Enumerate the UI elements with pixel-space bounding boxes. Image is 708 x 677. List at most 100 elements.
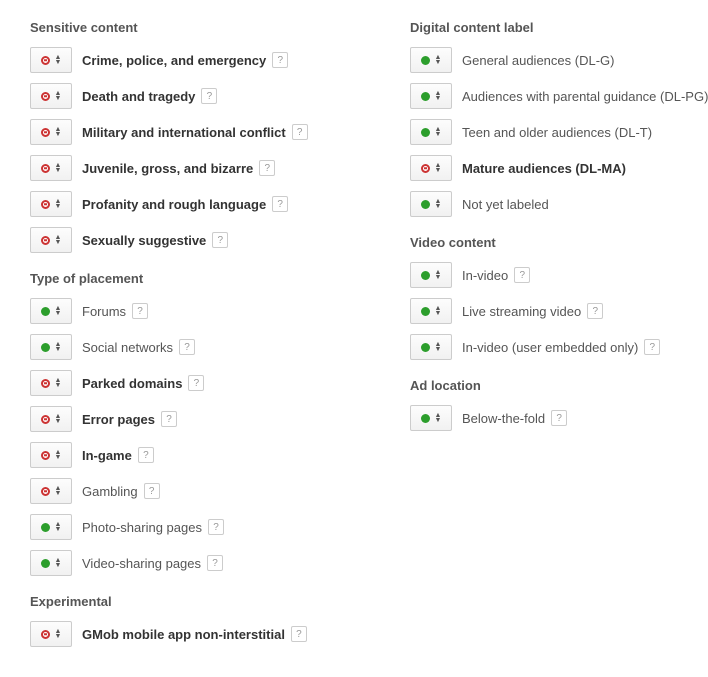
section-experimental: ExperimentalGMob mobile app non-intersti… (30, 594, 350, 647)
help-icon[interactable]: ? (259, 160, 275, 176)
list-item: Photo-sharing pages? (30, 514, 350, 540)
list-item: Social networks? (30, 334, 350, 360)
list-item: Profanity and rough language? (30, 191, 350, 217)
help-icon[interactable]: ? (514, 267, 530, 283)
item-label: GMob mobile app non-interstitial (82, 627, 285, 642)
chevron-updown-icon (55, 450, 62, 460)
excluded-icon (41, 379, 50, 388)
exclusion-toggle[interactable] (30, 406, 72, 432)
section-title: Video content (410, 235, 708, 250)
list-item: Not yet labeled (410, 191, 708, 217)
item-label: General audiences (DL-G) (462, 53, 614, 68)
help-icon[interactable]: ? (291, 626, 307, 642)
exclusion-toggle[interactable] (410, 47, 452, 73)
exclusion-toggle[interactable] (410, 262, 452, 288)
exclusion-toggle[interactable] (30, 550, 72, 576)
excluded-icon (41, 630, 50, 639)
list-item: Death and tragedy? (30, 83, 350, 109)
exclusion-toggle[interactable] (30, 155, 72, 181)
item-label: Live streaming video (462, 304, 581, 319)
item-label: Parked domains (82, 376, 182, 391)
exclusion-toggle[interactable] (30, 370, 72, 396)
help-icon[interactable]: ? (272, 196, 288, 212)
exclusion-toggle[interactable] (410, 155, 452, 181)
exclusion-toggle[interactable] (410, 298, 452, 324)
help-icon[interactable]: ? (138, 447, 154, 463)
exclusion-toggle[interactable] (410, 405, 452, 431)
help-icon[interactable]: ? (132, 303, 148, 319)
list-item: Audiences with parental guidance (DL-PG) (410, 83, 708, 109)
exclusion-toggle[interactable] (30, 83, 72, 109)
chevron-updown-icon (55, 558, 62, 568)
item-label: In-video (user embedded only) (462, 340, 638, 355)
item-label: Profanity and rough language (82, 197, 266, 212)
exclusion-toggle[interactable] (410, 334, 452, 360)
exclusion-toggle[interactable] (30, 334, 72, 360)
excluded-icon (421, 164, 430, 173)
chevron-updown-icon (55, 127, 62, 137)
included-icon (421, 92, 430, 101)
chevron-updown-icon (55, 629, 62, 639)
exclusion-toggle[interactable] (410, 83, 452, 109)
included-icon (421, 56, 430, 65)
item-label: Audiences with parental guidance (DL-PG) (462, 89, 708, 104)
included-icon (41, 559, 50, 568)
included-icon (421, 271, 430, 280)
excluded-icon (41, 92, 50, 101)
item-label: Juvenile, gross, and bizarre (82, 161, 253, 176)
item-label: Social networks (82, 340, 173, 355)
exclusion-toggle[interactable] (30, 298, 72, 324)
exclusion-toggle[interactable] (30, 47, 72, 73)
list-item: Video-sharing pages? (30, 550, 350, 576)
help-icon[interactable]: ? (207, 555, 223, 571)
chevron-updown-icon (435, 163, 442, 173)
exclusion-toggle[interactable] (410, 191, 452, 217)
help-icon[interactable]: ? (201, 88, 217, 104)
item-label: Video-sharing pages (82, 556, 201, 571)
help-icon[interactable]: ? (161, 411, 177, 427)
help-icon[interactable]: ? (179, 339, 195, 355)
help-icon[interactable]: ? (144, 483, 160, 499)
exclusion-toggle[interactable] (30, 227, 72, 253)
help-icon[interactable]: ? (208, 519, 224, 535)
excluded-icon (41, 236, 50, 245)
help-icon[interactable]: ? (272, 52, 288, 68)
list-item: Gambling? (30, 478, 350, 504)
list-item: Live streaming video? (410, 298, 708, 324)
item-label: Forums (82, 304, 126, 319)
help-icon[interactable]: ? (212, 232, 228, 248)
chevron-updown-icon (435, 91, 442, 101)
included-icon (421, 414, 430, 423)
exclusion-toggle[interactable] (30, 442, 72, 468)
chevron-updown-icon (435, 199, 442, 209)
list-item: Below-the-fold? (410, 405, 708, 431)
list-item: Military and international conflict? (30, 119, 350, 145)
help-icon[interactable]: ? (188, 375, 204, 391)
exclusion-toggle[interactable] (30, 514, 72, 540)
help-icon[interactable]: ? (292, 124, 308, 140)
included-icon (41, 523, 50, 532)
exclusion-toggle[interactable] (30, 191, 72, 217)
section-sensitive-content: Sensitive contentCrime, police, and emer… (30, 20, 350, 253)
list-item: Forums? (30, 298, 350, 324)
right-column: Digital content labelGeneral audiences (… (410, 20, 708, 657)
help-icon[interactable]: ? (644, 339, 660, 355)
exclusion-toggle[interactable] (30, 621, 72, 647)
item-label: Death and tragedy (82, 89, 195, 104)
excluded-icon (41, 128, 50, 137)
included-icon (421, 200, 430, 209)
exclusion-toggle[interactable] (30, 478, 72, 504)
included-icon (41, 307, 50, 316)
list-item: Error pages? (30, 406, 350, 432)
settings-columns: Sensitive contentCrime, police, and emer… (30, 20, 678, 657)
item-label: Gambling (82, 484, 138, 499)
exclusion-toggle[interactable] (30, 119, 72, 145)
chevron-updown-icon (55, 486, 62, 496)
list-item: Sexually suggestive? (30, 227, 350, 253)
exclusion-toggle[interactable] (410, 119, 452, 145)
help-icon[interactable]: ? (551, 410, 567, 426)
excluded-icon (41, 451, 50, 460)
list-item: In-video (user embedded only)? (410, 334, 708, 360)
help-icon[interactable]: ? (587, 303, 603, 319)
excluded-icon (41, 56, 50, 65)
